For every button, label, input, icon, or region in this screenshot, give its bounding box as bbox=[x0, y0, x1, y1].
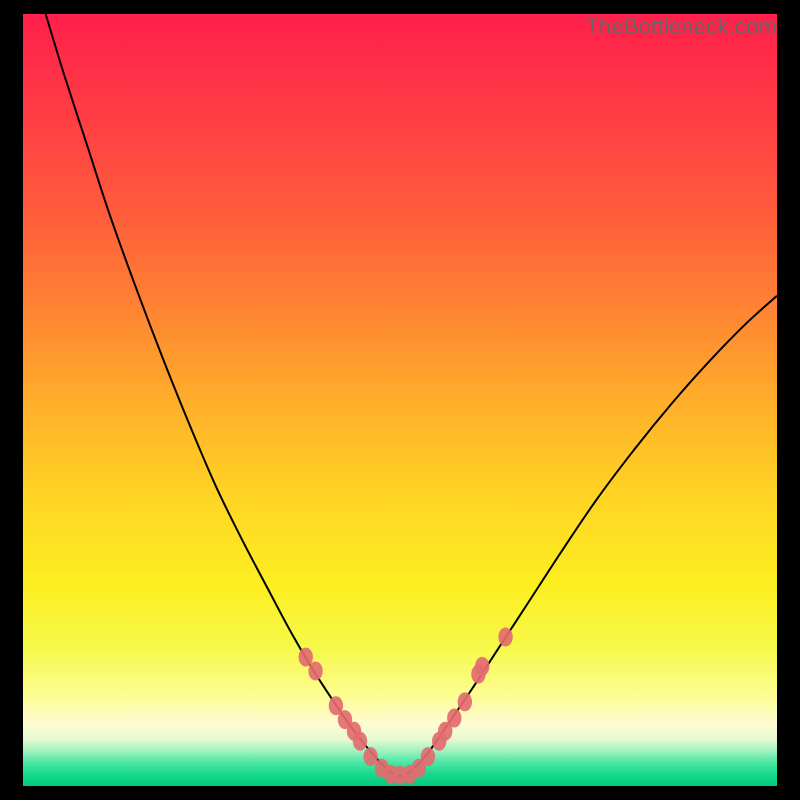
curve-marker bbox=[458, 692, 472, 711]
curve-marker bbox=[421, 747, 435, 766]
chart-container: TheBottleneck.com bbox=[0, 0, 800, 800]
curve-marker bbox=[498, 628, 512, 647]
curve-marker bbox=[308, 661, 322, 680]
curve-marker bbox=[363, 747, 377, 766]
bottleneck-curve bbox=[46, 14, 777, 776]
curve-marker bbox=[475, 657, 489, 676]
chart-svg bbox=[23, 14, 777, 786]
watermark-text: TheBottleneck.com bbox=[585, 14, 777, 40]
curve-marker bbox=[447, 709, 461, 728]
curve-marker bbox=[299, 648, 313, 667]
curve-marker bbox=[353, 732, 367, 751]
plot-area bbox=[23, 14, 777, 786]
